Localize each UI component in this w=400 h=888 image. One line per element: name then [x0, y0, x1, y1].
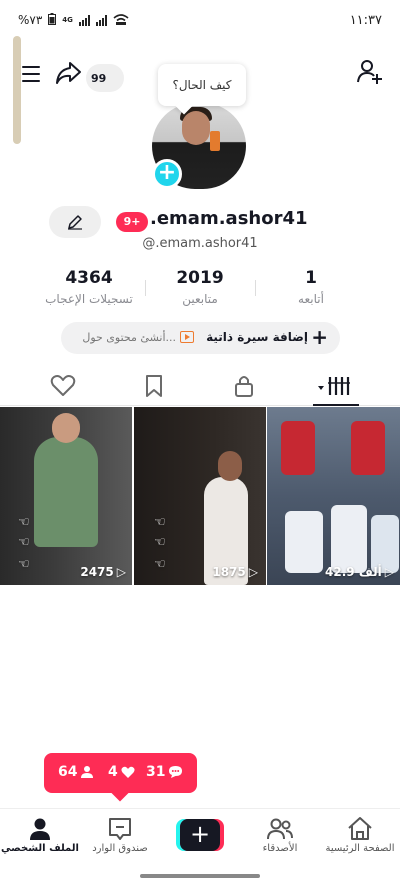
- friends-icon: [240, 815, 320, 843]
- add-story-plus-icon[interactable]: +: [152, 159, 182, 189]
- following-stat[interactable]: 1 أتابعه: [256, 268, 366, 306]
- status-bar: %٧٣ 4G ١١:٣٧: [0, 0, 400, 40]
- play-icon: ▷: [248, 565, 258, 579]
- new-comments-count: 31: [146, 764, 166, 780]
- avatar-phone: [210, 131, 220, 151]
- nav-inbox-label: صندوق الوارد: [92, 843, 148, 854]
- share-count-badge[interactable]: 99: [86, 64, 124, 92]
- home-indicator[interactable]: [140, 874, 260, 878]
- likes-label: تسجيلات الإعجاب: [45, 292, 133, 306]
- view-count: 42.9 ألف ▷: [325, 565, 394, 579]
- video-thumbnail[interactable]: ☜ ☜ ☜ 1875 ▷: [134, 407, 266, 585]
- emoji-icon: ☜: [154, 557, 166, 572]
- inbox-icon: [80, 815, 160, 843]
- signal-icon: [78, 14, 90, 26]
- person-head: [218, 451, 242, 481]
- username-handle: @.emam.ashor41: [142, 236, 258, 251]
- view-count-value: 1875: [212, 565, 246, 579]
- video-create-icon: [180, 331, 194, 343]
- player-figure: [281, 421, 315, 475]
- new-followers-count: 64: [58, 764, 78, 780]
- person-figure: [34, 437, 98, 547]
- home-icon: [320, 815, 400, 843]
- create-button[interactable]: +: [176, 819, 224, 851]
- comment-icon: [169, 766, 183, 778]
- player-figure: [285, 511, 323, 573]
- followers-count: 2019: [176, 268, 224, 288]
- liked-tab-heart-icon[interactable]: [50, 374, 78, 400]
- profile-tabs: [0, 370, 400, 406]
- create-content-button[interactable]: أنشئ محتوى حول...: [82, 331, 176, 344]
- heart-icon: [121, 766, 135, 778]
- emoji-icon: ☜: [18, 557, 30, 572]
- nav-profile[interactable]: الملف الشخصي: [0, 815, 80, 854]
- status-bubble[interactable]: كيف الحال؟: [158, 64, 246, 106]
- nav-home[interactable]: الصفحة الرئيسية: [320, 815, 400, 854]
- view-count-value: 42.9 ألف: [325, 565, 382, 579]
- followers-label: متابعين: [182, 292, 218, 306]
- signal-icon-2: [95, 14, 107, 26]
- edit-profile-button[interactable]: [49, 206, 101, 238]
- new-followers: 64: [58, 764, 94, 780]
- saved-tab-bookmark-icon[interactable]: [142, 374, 170, 400]
- emoji-icon: ☜: [154, 535, 166, 550]
- new-comments: 31: [146, 764, 183, 780]
- view-count-value: 2475: [80, 565, 114, 579]
- activity-popup[interactable]: 64 4 31: [44, 753, 197, 793]
- view-count: 1875 ▷: [212, 565, 258, 579]
- profile-stats: 4364 تسجيلات الإعجاب 2019 متابعين 1 أتاب…: [0, 268, 400, 314]
- active-tab-indicator: [313, 404, 359, 406]
- emoji-icon: ☜: [18, 515, 30, 530]
- create-plus-icon: +: [180, 819, 220, 851]
- player-figure: [331, 505, 367, 573]
- display-name: .emam.ashor41: [150, 208, 308, 229]
- following-count: 1: [305, 268, 317, 288]
- add-bio-button[interactable]: إضافة سيرة ذاتية: [206, 330, 308, 344]
- menu-icon[interactable]: [22, 66, 40, 82]
- bottom-navigation: الملف الشخصي صندوق الوارد + الأصدقاء الص…: [0, 808, 400, 868]
- battery-icon: [48, 12, 57, 28]
- person-icon: [81, 766, 94, 778]
- video-thumbnail[interactable]: ☜ ☜ ☜ 2475 ▷: [0, 407, 132, 585]
- play-icon: ▷: [384, 565, 394, 579]
- avatar-face: [182, 111, 210, 145]
- private-tab-lock-icon[interactable]: [232, 374, 260, 400]
- new-likes-count: 4: [108, 764, 118, 780]
- pencil-icon: [68, 215, 82, 230]
- following-label: أتابعه: [298, 292, 324, 306]
- clock: ١١:٣٧: [349, 12, 382, 28]
- player-figure: [351, 421, 385, 475]
- hotspot-icon: [113, 13, 129, 28]
- nav-friends[interactable]: الأصدقاء: [240, 815, 320, 854]
- likes-count: 4364: [65, 268, 113, 288]
- emoji-icon: ☜: [18, 535, 30, 550]
- bio-bar: + إضافة سيرة ذاتية · أنشئ محتوى حول...: [61, 322, 340, 354]
- likes-stat[interactable]: 4364 تسجيلات الإعجاب: [34, 268, 144, 306]
- status-indicators: %٧٣ 4G: [18, 12, 129, 28]
- add-bio-plus-icon[interactable]: +: [311, 326, 328, 348]
- followers-stat[interactable]: 2019 متابعين: [145, 268, 255, 306]
- play-icon: ▷: [116, 565, 126, 579]
- emoji-icon: ☜: [154, 515, 166, 530]
- nav-friends-label: الأصدقاء: [262, 843, 298, 854]
- new-likes: 4: [108, 764, 135, 780]
- bio-separator: ·: [208, 328, 212, 342]
- notification-badge[interactable]: 9+: [116, 212, 148, 232]
- nav-profile-label: الملف الشخصي: [1, 843, 79, 854]
- network-label: 4G: [62, 16, 73, 24]
- name-row: 9+ .emam.ashor41: [0, 206, 400, 238]
- view-count: 2475 ▷: [80, 565, 126, 579]
- video-grid: 42.9 ألف ▷ ☜ ☜ ☜ 1875 ▷ ☜ ☜ ☜ 2475 ▷: [0, 407, 400, 585]
- nav-home-label: الصفحة الرئيسية: [325, 843, 395, 854]
- add-friend-icon[interactable]: [356, 58, 384, 86]
- profile-person-icon: [0, 815, 80, 843]
- share-icon[interactable]: [54, 60, 82, 86]
- videos-tab-grid-icon[interactable]: [316, 374, 352, 400]
- nav-inbox[interactable]: صندوق الوارد: [80, 815, 160, 854]
- video-thumbnail[interactable]: 42.9 ألف ▷: [267, 407, 400, 585]
- person-head: [52, 413, 80, 443]
- battery-label: %٧٣: [18, 13, 43, 27]
- avatar-container[interactable]: +: [152, 103, 246, 189]
